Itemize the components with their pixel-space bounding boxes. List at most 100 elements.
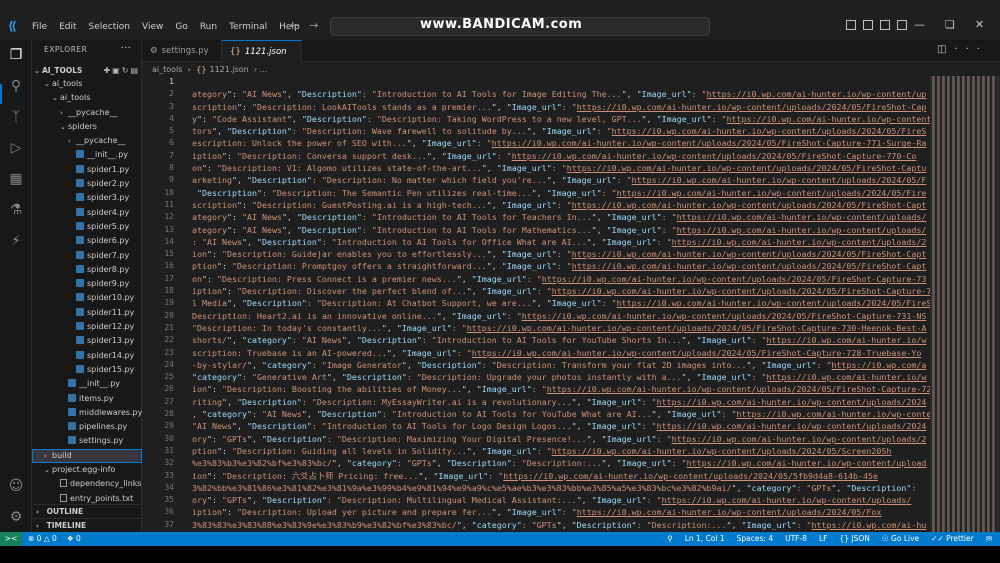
tree-item[interactable]: spider4.py	[32, 206, 142, 220]
tree-item[interactable]: spider5.py	[32, 220, 142, 234]
code-line[interactable]: l Media", "Description": "Description: A…	[192, 297, 930, 309]
go-live-button[interactable]: ☉ Go Live	[882, 532, 919, 546]
breadcrumb-tail[interactable]: ...	[260, 65, 268, 74]
code-line[interactable]: "Description": "Description: The Semanti…	[192, 187, 930, 199]
minimap-slider[interactable]	[930, 76, 1000, 532]
outline-section[interactable]: › OUTLINE	[32, 504, 142, 518]
toggle-panel-icon[interactable]	[863, 20, 873, 30]
toggle-sidebar-icon[interactable]	[846, 20, 856, 30]
gear-icon[interactable]: ⚙	[7, 508, 25, 526]
split-editor-icon[interactable]: ◫	[937, 44, 954, 55]
code-line[interactable]: scription: Truebase is an AI-powered..."…	[192, 347, 930, 359]
forward-arrow-icon[interactable]: →	[309, 19, 318, 32]
code-line[interactable]: ategory": "AI News", "Description": "Int…	[192, 211, 930, 223]
tree-item[interactable]: __init__.py	[32, 148, 142, 162]
tree-item[interactable]: spider3.py	[32, 191, 142, 205]
lightning-icon[interactable]: ⚡	[7, 232, 25, 250]
run-debug-icon[interactable]: ▷	[7, 139, 25, 157]
explorer-icon[interactable]: ❐	[7, 46, 25, 64]
new-folder-icon[interactable]: ▣	[112, 66, 122, 75]
tree-item[interactable]: spider13.py	[32, 334, 142, 348]
maximize-icon[interactable]: ❏	[945, 18, 955, 31]
code-line[interactable]: ategory": "AI News", "Description": "Int…	[192, 224, 930, 236]
tree-item[interactable]: items.py	[32, 392, 142, 406]
code-line[interactable]: -by-stylar/", "category": "Image Generat…	[192, 359, 930, 371]
tree-item[interactable]: ⌄ ai_tools	[32, 91, 142, 105]
code-line[interactable]: 3%83%83%e3%83%88%e3%83%9e%e3%83%b9%e3%82…	[192, 519, 930, 531]
remote-indicator[interactable]: ><	[0, 532, 22, 546]
code-line[interactable]: %e3%83%b3%e3%82%bf%e3%83%bc/", "category…	[192, 457, 930, 469]
tree-item[interactable]: spider6.py	[32, 234, 142, 248]
code-line[interactable]: riting", "Description": "Description: My…	[192, 396, 930, 408]
minimap[interactable]	[930, 76, 1000, 532]
back-arrow-icon[interactable]: ←	[290, 19, 299, 32]
menu-selection[interactable]: Selection	[83, 20, 136, 34]
code-content[interactable]: ategory": "AI News", "Description": "Int…	[192, 76, 930, 532]
code-line[interactable]: iption": "Description: Upload yer pictur…	[192, 506, 930, 518]
code-line[interactable]: ion": "Description: Guidejar enables you…	[192, 248, 930, 260]
code-line[interactable]: escription: Unlock the power of SEO with…	[192, 137, 930, 149]
testing-icon[interactable]: ⚗	[7, 201, 25, 219]
tab-settings-py[interactable]: ⚙ settings.py	[142, 40, 222, 62]
code-line[interactable]: ory": "GPTs", "Description": "Descriptio…	[192, 433, 930, 445]
code-line[interactable]: , "category": "AI News", "Description": …	[192, 408, 930, 420]
code-editor[interactable]: 1 2 3 4 5 6 7 8 9 10 11 12 13 14 15 16 17 18 19 20 21 22 23 24 2…	[142, 76, 930, 532]
breadcrumb-file[interactable]: 1121.json	[209, 65, 248, 74]
code-line[interactable]: Description: Heart2.ai is an innovative …	[192, 310, 930, 322]
tree-item[interactable]: middlewares.py	[32, 406, 142, 420]
code-line[interactable]: ion": "Description: Boosting the abiliti…	[192, 383, 930, 395]
tree-item[interactable]: spider14.py	[32, 349, 142, 363]
toggle-secondary-sidebar-icon[interactable]	[880, 20, 890, 30]
notifications-icon[interactable]: ✉	[986, 532, 992, 546]
tree-item[interactable]: spider8.py	[32, 263, 142, 277]
ports-indicator[interactable]: ❖ 0	[67, 532, 81, 546]
tree-item[interactable]: ⌄ spiders	[32, 120, 142, 134]
tree-item[interactable]: spider12.py	[32, 320, 142, 334]
tree-item[interactable]: spider2.py	[32, 177, 142, 191]
zoom-icon[interactable]: ⚲	[667, 532, 673, 546]
code-line[interactable]: shorts/", "category": "AI News", "Descri…	[192, 334, 930, 346]
new-file-icon[interactable]: ✚	[103, 66, 112, 75]
breadcrumb-folder[interactable]: ai_tools	[152, 65, 182, 74]
problems-indicator[interactable]: ⊗ 0 △ 0	[28, 532, 57, 546]
tree-item[interactable]: › build	[32, 448, 142, 464]
tree-item[interactable]: pipelines.py	[32, 420, 142, 434]
menu-run[interactable]: Run	[194, 20, 223, 34]
menu-go[interactable]: Go	[169, 20, 193, 34]
tree-item[interactable]: › __pycache__	[32, 106, 142, 120]
line-ending[interactable]: LF	[819, 532, 828, 546]
minimize-icon[interactable]: —	[914, 18, 925, 31]
extensions-icon[interactable]: ▦	[7, 170, 25, 188]
tab-1121-json[interactable]: {} 1121.json	[222, 40, 302, 62]
language-mode[interactable]: {} JSON	[839, 532, 869, 546]
tree-item[interactable]: spider1.py	[32, 163, 142, 177]
search-icon[interactable]: ⚲	[7, 77, 25, 95]
code-line[interactable]: on": "Description: Press Connect is a pr…	[192, 273, 930, 285]
tree-item[interactable]: ⌄ ai_tools	[32, 77, 142, 91]
workspace-root[interactable]: ⌄ AI_TOOLS ✚▣↻▤	[34, 64, 142, 77]
prettier-button[interactable]: ✓✓ Prettier	[931, 532, 974, 546]
code-line[interactable]: ption": "Description: Promptgoy offers a…	[192, 260, 930, 272]
tree-item[interactable]: dependency_links.txt	[32, 477, 142, 491]
code-line[interactable]: scription": "Description: LookAITools st…	[192, 101, 930, 113]
tree-item[interactable]: spider15.py	[32, 363, 142, 377]
code-line[interactable]: ategory": "AI News", "Description": "Int…	[192, 88, 930, 100]
code-line[interactable]	[192, 76, 930, 88]
code-line[interactable]: "AI News", "Description": "Introduction …	[192, 420, 930, 432]
timeline-section[interactable]: › TIMELINE	[32, 518, 142, 532]
code-line[interactable]: y": "Code Assistant", "Description": "De…	[192, 113, 930, 125]
code-line[interactable]: "category": "Generative Art", "Descripti…	[192, 371, 930, 383]
more-icon[interactable]: ···	[954, 44, 988, 55]
tree-item[interactable]: spider10.py	[32, 291, 142, 305]
menu-view[interactable]: View	[136, 20, 169, 34]
code-line[interactable]: arketing", "Description": "Description: …	[192, 174, 930, 186]
menu-file[interactable]: File	[26, 20, 53, 34]
customize-layout-icon[interactable]	[897, 20, 907, 30]
code-line[interactable]: scription": "Description: GuestPosting.a…	[192, 199, 930, 211]
tree-item[interactable]: __init__.py	[32, 377, 142, 391]
code-line[interactable]: "Description: In today's constantly...",…	[192, 322, 930, 334]
collapse-all-icon[interactable]: ▤	[130, 66, 140, 75]
account-icon[interactable]: ☺	[7, 477, 25, 495]
tree-item[interactable]: ⌄ project.egg-info	[32, 463, 142, 477]
code-line[interactable]: ption": "Description: Guiding all levels…	[192, 445, 930, 457]
